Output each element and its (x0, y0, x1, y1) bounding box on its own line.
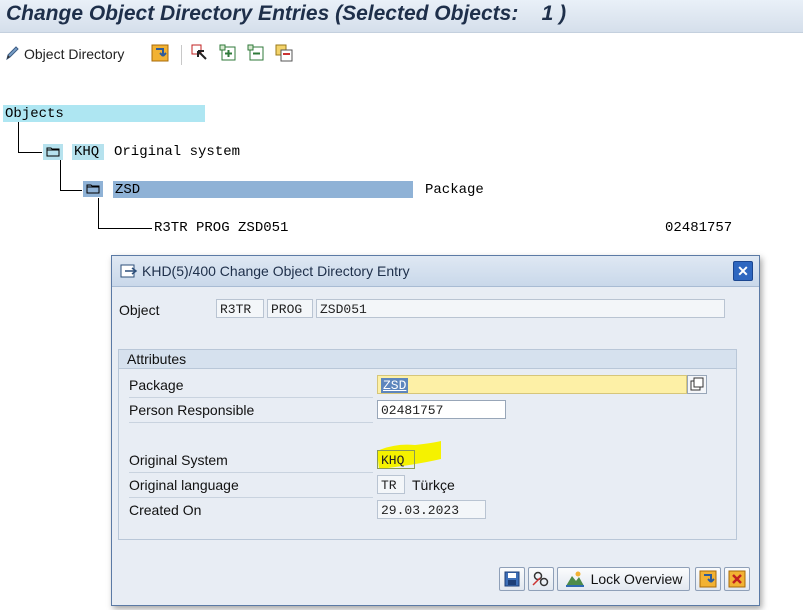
application-toolbar: Object Directory (0, 33, 803, 75)
execute-icon (699, 570, 717, 588)
save-icon (504, 571, 520, 587)
toolbar-separator (181, 45, 182, 65)
object-type-field: PROG (267, 299, 313, 318)
dialog-title: KHD(5)/400 Change Object Directory Entry (142, 263, 410, 279)
package-value-help-button[interactable] (687, 375, 707, 394)
folder-icon[interactable] (43, 144, 63, 160)
package-label: Package (129, 377, 184, 393)
tree-line (18, 152, 42, 153)
save-button[interactable] (499, 567, 525, 591)
lock-overview-label: Lock Overview (590, 571, 683, 587)
package-highlight (113, 181, 413, 198)
title-bar: Change Object Directory Entries (Selecte… (0, 0, 803, 33)
tree-line (18, 122, 19, 152)
dialog-footer: Lock Overview (112, 556, 759, 605)
object-directory-button[interactable]: Object Directory (4, 44, 124, 64)
created-on-field: 29.03.2023 (377, 500, 486, 519)
tree-package-label: Package (425, 182, 484, 198)
lock-overview-button[interactable]: Lock Overview (557, 567, 690, 591)
created-on-label: Created On (129, 502, 202, 518)
gear-icon (532, 571, 549, 587)
dialog-header: KHD(5)/400 Change Object Directory Entry… (112, 256, 759, 287)
object-directory-label: Object Directory (24, 46, 125, 62)
close-icon[interactable]: ✕ (733, 261, 753, 281)
person-responsible-input[interactable]: 02481757 (377, 400, 506, 419)
attributes-group: Attributes Package ZSD Person Responsibl… (118, 349, 737, 540)
original-system-field: KHQ (377, 450, 415, 469)
original-language-name: Türkçe (412, 477, 455, 493)
tree-line (98, 198, 99, 228)
row-divider (129, 497, 373, 498)
original-system-label: Original System (129, 452, 228, 468)
person-responsible-label: Person Responsible (129, 402, 255, 418)
select-icon[interactable] (191, 44, 209, 62)
tree-line (60, 190, 82, 191)
original-language-code: TR (377, 475, 405, 494)
package-value: ZSD (381, 378, 409, 393)
execute-icon[interactable] (151, 44, 169, 62)
settings-button[interactable] (528, 567, 554, 591)
lock-overview-icon (565, 571, 584, 587)
tree-package-code[interactable]: ZSD (115, 182, 140, 198)
attributes-title: Attributes (127, 351, 187, 367)
collapse-icon[interactable] (247, 44, 265, 62)
execute-button[interactable] (695, 567, 721, 591)
expand-icon[interactable] (219, 44, 237, 62)
package-input[interactable]: ZSD (377, 375, 687, 394)
cancel-button[interactable] (724, 567, 750, 591)
row-divider (129, 397, 373, 398)
tree-system-label: Original system (114, 144, 241, 160)
object-pgmid-field: R3TR (216, 299, 264, 318)
object-tree: Objects KHQ Original system ZSD Package … (0, 100, 803, 245)
page-title: Change Object Directory Entries (Selecte… (6, 2, 567, 25)
cancel-icon (728, 570, 746, 588)
tree-object-user: 02481757 (665, 220, 733, 236)
attributes-group-header: Attributes (119, 350, 736, 369)
change-object-directory-dialog: KHD(5)/400 Change Object Directory Entry… (111, 255, 760, 606)
object-name-field: ZSD051 (316, 299, 725, 318)
pencil-icon (4, 44, 20, 65)
folder-icon[interactable] (83, 181, 103, 197)
copy-icon[interactable] (275, 44, 293, 62)
tree-object-entry[interactable]: R3TR PROG ZSD051 (154, 220, 288, 236)
tree-line (98, 228, 152, 229)
row-divider (129, 422, 373, 423)
original-language-label: Original language (129, 477, 239, 493)
dialog-window-icon (120, 263, 138, 282)
tree-system-code[interactable]: KHQ (74, 144, 99, 160)
tree-line (60, 160, 61, 190)
tree-root-label[interactable]: Objects (5, 106, 64, 122)
object-label: Object (119, 302, 160, 318)
row-divider (129, 472, 373, 473)
